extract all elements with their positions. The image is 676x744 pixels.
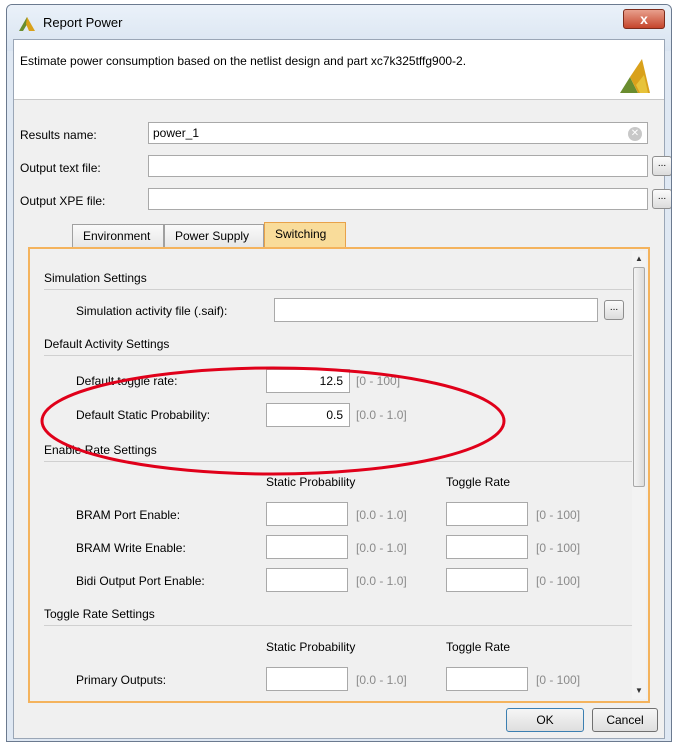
results-name-label: Results name: bbox=[20, 128, 97, 142]
output-text-file-input[interactable] bbox=[148, 155, 648, 177]
toggle-range: [0 - 100] bbox=[536, 541, 581, 555]
output-xpe-file-browse-button[interactable]: ... bbox=[652, 189, 671, 209]
bram-port-enable-toggle-input[interactable] bbox=[446, 502, 528, 526]
bidi-output-port-enable-label: Bidi Output Port Enable: bbox=[76, 574, 205, 588]
enable-rate-settings-title: Enable Rate Settings bbox=[44, 443, 157, 457]
output-xpe-file-label: Output XPE file: bbox=[20, 194, 106, 208]
static-range: [0.0 - 1.0] bbox=[356, 673, 407, 687]
primary-outputs-label: Primary Outputs: bbox=[76, 673, 167, 687]
vertical-scrollbar[interactable]: ▲ ▼ bbox=[632, 251, 646, 699]
static-range: [0.0 - 1.0] bbox=[356, 574, 407, 588]
bram-port-enable-label: BRAM Port Enable: bbox=[76, 508, 181, 522]
toggle-range: [0 - 100] bbox=[536, 673, 581, 687]
bram-write-enable-static-input[interactable] bbox=[266, 535, 348, 559]
report-power-dialog: Report Power x Estimate power consumptio… bbox=[6, 4, 672, 742]
bidi-output-port-enable-toggle-input[interactable] bbox=[446, 568, 528, 592]
separator bbox=[44, 355, 634, 356]
toggle-rate-column-header: Toggle Rate bbox=[446, 475, 511, 489]
tab-switching[interactable]: Switching bbox=[264, 222, 346, 248]
static-probability-column-header: Static Probability bbox=[266, 640, 356, 654]
results-name-input[interactable]: power_1 bbox=[148, 122, 648, 144]
default-static-probability-label: Default Static Probability: bbox=[76, 408, 211, 422]
default-activity-settings-title: Default Activity Settings bbox=[44, 337, 170, 351]
cancel-button[interactable]: Cancel bbox=[592, 708, 658, 732]
primary-outputs-toggle-input[interactable] bbox=[446, 667, 528, 691]
bidi-output-port-enable-static-input[interactable] bbox=[266, 568, 348, 592]
bram-write-enable-label: BRAM Write Enable: bbox=[76, 541, 186, 555]
simulation-settings-title: Simulation Settings bbox=[44, 271, 147, 285]
static-range: [0.0 - 1.0] bbox=[356, 541, 407, 555]
bram-port-enable-static-input[interactable] bbox=[266, 502, 348, 526]
separator bbox=[44, 461, 634, 462]
default-toggle-rate-range: [0 - 100] bbox=[356, 374, 401, 388]
default-toggle-rate-input[interactable]: 12.5 bbox=[266, 369, 350, 393]
default-static-probability-input[interactable]: 0.5 bbox=[266, 403, 350, 427]
window-title: Report Power bbox=[43, 15, 123, 30]
separator bbox=[44, 625, 634, 626]
ok-button[interactable]: OK bbox=[506, 708, 584, 732]
simulation-activity-file-label: Simulation activity file (.saif): bbox=[76, 304, 228, 318]
output-text-file-browse-button[interactable]: ... bbox=[652, 156, 671, 176]
toggle-rate-settings-title: Toggle Rate Settings bbox=[44, 607, 155, 621]
clear-icon[interactable]: ✕ bbox=[628, 127, 642, 141]
scroll-up-icon[interactable]: ▲ bbox=[634, 254, 644, 264]
toggle-range: [0 - 100] bbox=[536, 574, 581, 588]
close-icon: x bbox=[640, 11, 648, 27]
results-name-value: power_1 bbox=[153, 126, 200, 140]
scrollbar-thumb[interactable] bbox=[633, 267, 645, 487]
simulation-activity-file-input[interactable] bbox=[274, 298, 598, 322]
static-range: [0.0 - 1.0] bbox=[356, 508, 407, 522]
close-button[interactable]: x bbox=[623, 9, 665, 29]
default-static-probability-range: [0.0 - 1.0] bbox=[356, 408, 407, 422]
xilinx-logo-icon bbox=[620, 59, 650, 93]
static-probability-column-header: Static Probability bbox=[266, 475, 356, 489]
dialog-description: Estimate power consumption based on the … bbox=[20, 54, 467, 68]
switching-panel: Simulation Settings Simulation activity … bbox=[28, 247, 650, 703]
default-toggle-rate-label: Default toggle rate: bbox=[76, 374, 178, 388]
scroll-down-icon[interactable]: ▼ bbox=[634, 686, 644, 696]
vivado-app-icon bbox=[19, 17, 35, 31]
output-xpe-file-input[interactable] bbox=[148, 188, 648, 210]
bram-write-enable-toggle-input[interactable] bbox=[446, 535, 528, 559]
separator bbox=[44, 289, 634, 290]
primary-outputs-static-input[interactable] bbox=[266, 667, 348, 691]
dialog-body: Estimate power consumption based on the … bbox=[13, 39, 671, 739]
simulation-activity-file-browse-button[interactable]: ... bbox=[604, 300, 624, 320]
dialog-header: Estimate power consumption based on the … bbox=[14, 40, 664, 100]
toggle-range: [0 - 100] bbox=[536, 508, 581, 522]
tab-environment[interactable]: Environment bbox=[72, 224, 164, 248]
toggle-rate-column-header: Toggle Rate bbox=[446, 640, 511, 654]
tab-power-supply[interactable]: Power Supply bbox=[164, 224, 264, 248]
output-text-file-label: Output text file: bbox=[20, 161, 101, 175]
